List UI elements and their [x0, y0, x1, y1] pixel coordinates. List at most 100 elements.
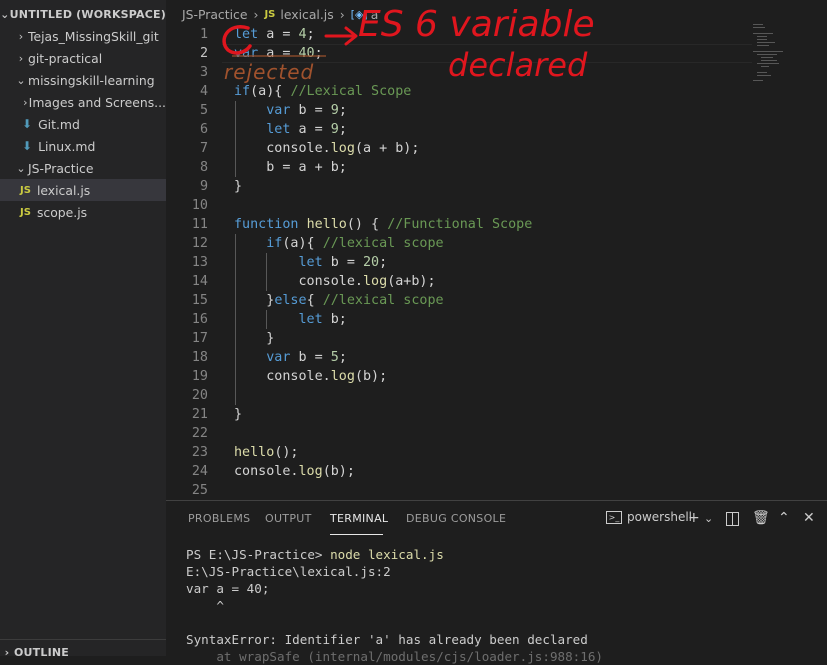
chevron-right-icon: ›	[18, 51, 24, 65]
chevron-right-icon: ›	[23, 95, 28, 109]
line-number: 21	[191, 407, 208, 422]
chevron-right-icon: ›	[18, 29, 24, 43]
tree-item-label: Linux.md	[38, 138, 96, 154]
tree-item-label: git-practical	[28, 50, 103, 66]
line-number: 18	[191, 350, 208, 365]
code-line-5: var b = 9;	[266, 103, 347, 118]
indent-guide	[235, 101, 236, 177]
trash-icon[interactable]: 🗑	[752, 510, 770, 526]
code-line-15: }else{ //lexical scope	[234, 293, 444, 308]
split-terminal-icon[interactable]	[726, 512, 739, 526]
annotation-circle	[222, 25, 252, 55]
code-line-13: let b = 20;	[298, 255, 388, 270]
outline-header[interactable]: › OUTLINE	[0, 641, 166, 657]
code-line-17: }	[234, 331, 275, 346]
outline-title: OUTLINE	[14, 645, 70, 657]
chevron-down-icon[interactable]: ⌄	[704, 512, 713, 525]
workspace-title: UNTITLED (WORKSPACE)	[9, 7, 166, 21]
indent-guide	[266, 253, 267, 291]
code-line-7: console.log(a + b);	[234, 141, 420, 156]
tree-item-missingskill-learning[interactable]: ⌄ missingskill-learning	[0, 69, 166, 91]
explorer-sidebar: ⌄ UNTITLED (WORKSPACE) › Tejas_MissingSk…	[0, 0, 166, 656]
line-number: 16	[191, 312, 208, 327]
line-number: 14	[191, 274, 208, 289]
tree-item-lexical-js[interactable]: JS lexical.js	[0, 179, 166, 201]
line-number: 15	[191, 293, 208, 308]
tree-item-images-folder[interactable]: › Images and Screens...	[0, 91, 166, 113]
terminal-stack-line: at wrapSafe (internal/modules/cjs/loader…	[186, 649, 604, 664]
annotation-es6-variable: ES 6 variable	[358, 4, 595, 45]
active-tab-indicator	[330, 534, 383, 535]
tree-item-tejas-missingskill-git[interactable]: › Tejas_MissingSkill_git	[0, 25, 166, 47]
code-line-24: console.log(b);	[234, 464, 355, 479]
terminal-error-line: SyntaxError: Identifier 'a' has already …	[186, 632, 588, 647]
line-number: 10	[191, 198, 208, 213]
code-line-8: b = a + b;	[234, 160, 347, 175]
indent-guide	[235, 234, 236, 405]
tree-item-scope-js[interactable]: JS scope.js	[0, 201, 166, 223]
bottom-panel: PROBLEMS OUTPUT TERMINAL DEBUG CONSOLE >…	[166, 500, 827, 664]
line-number: 7	[199, 141, 208, 156]
chevron-up-icon[interactable]: ⌃	[778, 510, 790, 526]
line-number: 22	[191, 426, 208, 441]
tree-item-label: lexical.js	[36, 182, 91, 198]
chevron-right-icon: ›	[4, 645, 10, 657]
terminal-prompt-line: PS E:\JS-Practice> node lexical.js	[186, 546, 444, 563]
line-number: 19	[191, 369, 208, 384]
code-line-23: hello();	[234, 445, 299, 460]
line-number: 24	[191, 464, 208, 479]
code-editor[interactable]: JS-Practice › JS lexical.js › [◈] a 1234…	[166, 0, 827, 500]
terminal-shell-selector[interactable]: >_ powershell	[606, 510, 692, 524]
indent-guide	[266, 310, 267, 329]
tab-problems[interactable]: PROBLEMS	[188, 512, 250, 525]
code-line-16: let b;	[298, 312, 347, 327]
markdown-icon: ⬇	[22, 139, 33, 153]
code-line-6: let a = 9;	[266, 122, 347, 137]
terminal-output-line: var a = 40;	[186, 581, 270, 596]
line-number: 8	[199, 160, 208, 175]
line-number: 23	[191, 445, 208, 460]
code-line-19: console.log(b);	[234, 369, 388, 384]
tree-item-label: Tejas_MissingSkill_git	[28, 28, 159, 44]
annotation-rejected: rejected	[224, 60, 315, 84]
line-number: 9	[199, 179, 208, 194]
javascript-file-icon: JS	[20, 184, 31, 196]
javascript-file-icon: JS	[20, 206, 31, 218]
markdown-icon: ⬇	[22, 117, 33, 131]
terminal-output-line: ^	[186, 598, 224, 613]
tree-item-label: scope.js	[36, 204, 88, 220]
chevron-down-icon: ⌄	[16, 73, 26, 87]
tree-item-label: Git.md	[38, 116, 80, 132]
line-number: 17	[191, 331, 208, 346]
tree-item-git-practical[interactable]: › git-practical	[0, 47, 166, 69]
sidebar-divider	[0, 639, 166, 640]
annotation-declared: declared	[448, 46, 588, 84]
tree-item-label: JS-Practice	[28, 160, 94, 176]
close-icon[interactable]: ✕	[803, 510, 815, 526]
code-line-11: function hello() { //Functional Scope	[234, 217, 533, 232]
terminal-output-line: E:\JS-Practice\lexical.js:2	[186, 564, 391, 579]
code-line-21: }	[234, 407, 243, 422]
workspace-header[interactable]: ⌄ UNTITLED (WORKSPACE)	[0, 3, 166, 25]
tree-item-git-md[interactable]: ⬇ Git.md	[0, 113, 166, 135]
code-line-14: console.log(a+b);	[234, 274, 436, 289]
code-line-9: }	[234, 179, 243, 194]
tree-item-label: Images and Screens...	[28, 94, 166, 110]
tree-item-js-practice[interactable]: ⌄ JS-Practice	[0, 157, 166, 179]
chevron-down-icon: ⌄	[0, 7, 10, 21]
tree-item-linux-md[interactable]: ⬇ Linux.md	[0, 135, 166, 157]
code-line-12: if(a){ //lexical scope	[266, 236, 444, 251]
new-terminal-plus-icon[interactable]: +	[688, 510, 700, 526]
line-number: 12	[191, 236, 208, 251]
line-number: 5	[199, 103, 208, 118]
tree-item-label: missingskill-learning	[28, 72, 155, 88]
terminal-icon: >_	[606, 510, 622, 524]
tab-output[interactable]: OUTPUT	[265, 512, 312, 525]
tab-terminal[interactable]: TERMINAL	[330, 512, 388, 525]
shell-name: powershell	[627, 510, 692, 524]
terminal-command: node lexical.js	[330, 547, 444, 562]
tab-debug-console[interactable]: DEBUG CONSOLE	[406, 512, 506, 525]
code-line-18: var b = 5;	[266, 350, 347, 365]
line-number: 20	[191, 388, 208, 403]
line-number: 13	[191, 255, 208, 270]
